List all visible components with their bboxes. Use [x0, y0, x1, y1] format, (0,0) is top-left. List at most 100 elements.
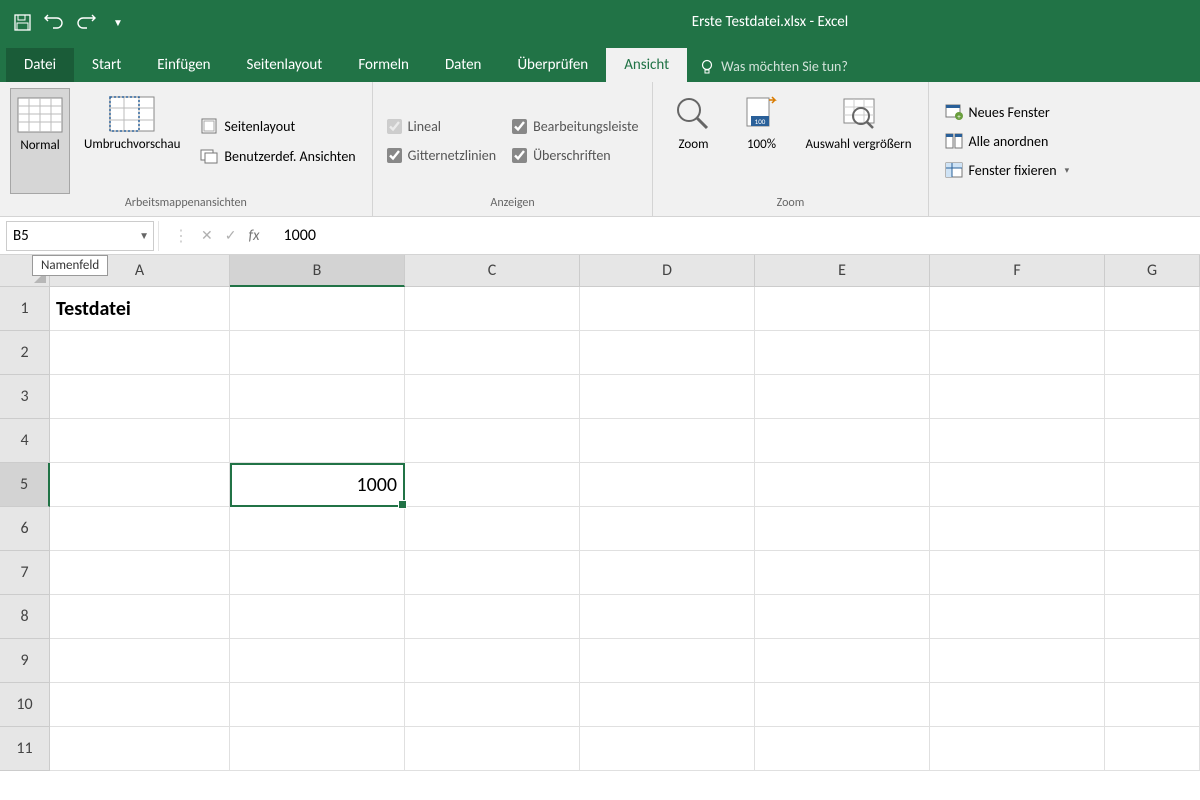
- cell-C10[interactable]: [405, 683, 580, 727]
- cell-D9[interactable]: [580, 639, 755, 683]
- row-header-11[interactable]: 11: [0, 727, 50, 771]
- cell-A1[interactable]: Testdatei: [50, 287, 230, 331]
- cell-E9[interactable]: [755, 639, 930, 683]
- normal-view-button[interactable]: Normal: [10, 88, 70, 194]
- new-window-button[interactable]: + Neues Fenster: [939, 101, 1076, 124]
- tab-view[interactable]: Ansicht: [606, 48, 687, 82]
- cell-B6[interactable]: [230, 507, 405, 551]
- cell-D7[interactable]: [580, 551, 755, 595]
- insert-function-icon[interactable]: fx: [248, 227, 259, 245]
- row-header-1[interactable]: 1: [0, 287, 50, 331]
- column-header-B[interactable]: B: [230, 255, 405, 287]
- cell-G10[interactable]: [1105, 683, 1200, 727]
- cell-G3[interactable]: [1105, 375, 1200, 419]
- cell-E4[interactable]: [755, 419, 930, 463]
- cell-D4[interactable]: [580, 419, 755, 463]
- cell-F8[interactable]: [930, 595, 1105, 639]
- row-header-7[interactable]: 7: [0, 551, 50, 595]
- cell-D3[interactable]: [580, 375, 755, 419]
- cell-G6[interactable]: [1105, 507, 1200, 551]
- cell-G8[interactable]: [1105, 595, 1200, 639]
- cell-C8[interactable]: [405, 595, 580, 639]
- page-layout-button[interactable]: Seitenlayout: [194, 114, 361, 138]
- row-header-10[interactable]: 10: [0, 683, 50, 727]
- save-icon[interactable]: [8, 8, 36, 36]
- cell-C6[interactable]: [405, 507, 580, 551]
- undo-icon[interactable]: [40, 8, 68, 36]
- cell-E7[interactable]: [755, 551, 930, 595]
- cell-A2[interactable]: [50, 331, 230, 375]
- cell-F4[interactable]: [930, 419, 1105, 463]
- row-header-5[interactable]: 5: [0, 463, 50, 507]
- formula-bar-checkbox[interactable]: Bearbeitungsleiste: [508, 115, 642, 138]
- cell-B3[interactable]: [230, 375, 405, 419]
- cell-D11[interactable]: [580, 727, 755, 771]
- cell-F7[interactable]: [930, 551, 1105, 595]
- row-header-9[interactable]: 9: [0, 639, 50, 683]
- tab-review[interactable]: Überprüfen: [499, 48, 606, 82]
- column-header-G[interactable]: G: [1105, 255, 1200, 287]
- cell-G1[interactable]: [1105, 287, 1200, 331]
- row-header-8[interactable]: 8: [0, 595, 50, 639]
- cell-C4[interactable]: [405, 419, 580, 463]
- cell-D10[interactable]: [580, 683, 755, 727]
- cell-D1[interactable]: [580, 287, 755, 331]
- cell-E10[interactable]: [755, 683, 930, 727]
- cell-E11[interactable]: [755, 727, 930, 771]
- cell-F5[interactable]: [930, 463, 1105, 507]
- column-header-D[interactable]: D: [580, 255, 755, 287]
- tab-start[interactable]: Start: [74, 48, 139, 82]
- gridlines-checkbox[interactable]: Gitternetzlinien: [383, 144, 500, 167]
- tab-page-layout[interactable]: Seitenlayout: [229, 48, 341, 82]
- cell-D8[interactable]: [580, 595, 755, 639]
- freeze-panes-button[interactable]: Fenster fixieren ▾: [939, 159, 1076, 182]
- qat-customize-icon[interactable]: ▼: [104, 8, 132, 36]
- cell-G11[interactable]: [1105, 727, 1200, 771]
- cell-E8[interactable]: [755, 595, 930, 639]
- cell-F1[interactable]: [930, 287, 1105, 331]
- column-header-F[interactable]: F: [930, 255, 1105, 287]
- cell-D2[interactable]: [580, 331, 755, 375]
- cell-B8[interactable]: [230, 595, 405, 639]
- cell-C5[interactable]: [405, 463, 580, 507]
- cell-A11[interactable]: [50, 727, 230, 771]
- tab-file[interactable]: Datei: [6, 48, 74, 82]
- column-header-C[interactable]: C: [405, 255, 580, 287]
- cell-B2[interactable]: [230, 331, 405, 375]
- cell-A6[interactable]: [50, 507, 230, 551]
- cell-C11[interactable]: [405, 727, 580, 771]
- tab-formulas[interactable]: Formeln: [340, 48, 427, 82]
- cell-E3[interactable]: [755, 375, 930, 419]
- cell-G2[interactable]: [1105, 331, 1200, 375]
- cell-B1[interactable]: [230, 287, 405, 331]
- cancel-formula-icon[interactable]: ✕: [201, 227, 213, 244]
- headings-checkbox[interactable]: Überschriften: [508, 144, 642, 167]
- cell-F2[interactable]: [930, 331, 1105, 375]
- cell-A9[interactable]: [50, 639, 230, 683]
- column-header-E[interactable]: E: [755, 255, 930, 287]
- cell-A7[interactable]: [50, 551, 230, 595]
- cell-D5[interactable]: [580, 463, 755, 507]
- cell-A10[interactable]: [50, 683, 230, 727]
- cell-G9[interactable]: [1105, 639, 1200, 683]
- cell-C7[interactable]: [405, 551, 580, 595]
- cell-F3[interactable]: [930, 375, 1105, 419]
- cell-G5[interactable]: [1105, 463, 1200, 507]
- enter-formula-icon[interactable]: ✓: [225, 227, 237, 244]
- tab-data[interactable]: Daten: [427, 48, 499, 82]
- cell-A4[interactable]: [50, 419, 230, 463]
- cell-B9[interactable]: [230, 639, 405, 683]
- cell-C2[interactable]: [405, 331, 580, 375]
- cell-E5[interactable]: [755, 463, 930, 507]
- name-box-input[interactable]: [13, 227, 147, 245]
- zoom-100-button[interactable]: 100 100%: [731, 88, 791, 194]
- cell-F9[interactable]: [930, 639, 1105, 683]
- cell-A3[interactable]: [50, 375, 230, 419]
- cell-A8[interactable]: [50, 595, 230, 639]
- cell-E2[interactable]: [755, 331, 930, 375]
- tab-insert[interactable]: Einfügen: [139, 48, 228, 82]
- cell-B4[interactable]: [230, 419, 405, 463]
- cell-C9[interactable]: [405, 639, 580, 683]
- cell-F6[interactable]: [930, 507, 1105, 551]
- cell-B7[interactable]: [230, 551, 405, 595]
